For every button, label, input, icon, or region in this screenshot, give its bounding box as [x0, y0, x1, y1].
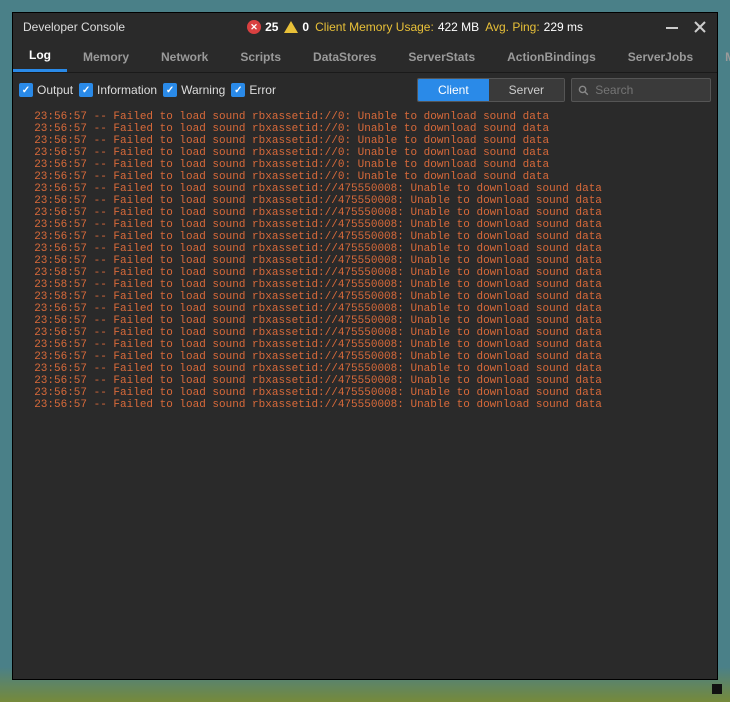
- log-line: 23:56:57 -- Failed to load sound rbxasse…: [21, 327, 709, 339]
- log-line: 23:56:57 -- Failed to load sound rbxasse…: [21, 159, 709, 171]
- error-icon: ✕: [247, 20, 261, 34]
- close-button[interactable]: [689, 16, 711, 38]
- search-icon: [578, 84, 589, 97]
- tab-scripts[interactable]: Scripts: [224, 41, 297, 72]
- log-line: 23:56:57 -- Failed to load sound rbxasse…: [21, 387, 709, 399]
- log-line: 23:56:57 -- Failed to load sound rbxasse…: [21, 111, 709, 123]
- ping-value: 229 ms: [544, 20, 583, 34]
- log-line: 23:58:57 -- Failed to load sound rbxasse…: [21, 291, 709, 303]
- tab-microprofiler[interactable]: MicroProfiler: [709, 41, 730, 72]
- log-line: 23:56:57 -- Failed to load sound rbxasse…: [21, 231, 709, 243]
- mem-stat: Client Memory Usage: 422 MB: [315, 20, 479, 34]
- titlebar: Developer Console ✕ 25 0 Client Memory U…: [13, 13, 717, 41]
- error-count: 25: [265, 20, 278, 34]
- log-line: 23:56:57 -- Failed to load sound rbxasse…: [21, 171, 709, 183]
- tab-actionbindings[interactable]: ActionBindings: [491, 41, 612, 72]
- minimize-button[interactable]: [661, 16, 683, 38]
- log-line: 23:56:57 -- Failed to load sound rbxasse…: [21, 123, 709, 135]
- log-line: 23:56:57 -- Failed to load sound rbxasse…: [21, 363, 709, 375]
- log-line: 23:58:57 -- Failed to load sound rbxasse…: [21, 267, 709, 279]
- checkbox-icon: ✓: [79, 83, 93, 97]
- warning-count: 0: [302, 20, 309, 34]
- dev-console-window: Developer Console ✕ 25 0 Client Memory U…: [12, 12, 718, 680]
- window-title: Developer Console: [19, 20, 125, 34]
- log-line: 23:58:57 -- Failed to load sound rbxasse…: [21, 279, 709, 291]
- log-line: 23:56:57 -- Failed to load sound rbxasse…: [21, 399, 709, 411]
- log-line: 23:56:57 -- Failed to load sound rbxasse…: [21, 219, 709, 231]
- log-line: 23:56:57 -- Failed to load sound rbxasse…: [21, 195, 709, 207]
- log-output[interactable]: 23:56:57 -- Failed to load sound rbxasse…: [13, 107, 717, 679]
- log-line: 23:56:57 -- Failed to load sound rbxasse…: [21, 255, 709, 267]
- checkbox-icon: ✓: [19, 83, 33, 97]
- log-line: 23:56:57 -- Failed to load sound rbxasse…: [21, 135, 709, 147]
- log-line: 23:56:57 -- Failed to load sound rbxasse…: [21, 339, 709, 351]
- filter-output-label: Output: [37, 83, 73, 97]
- log-line: 23:56:57 -- Failed to load sound rbxasse…: [21, 303, 709, 315]
- segment-client[interactable]: Client: [418, 79, 489, 101]
- segment-server[interactable]: Server: [489, 79, 564, 101]
- filter-error-label: Error: [249, 83, 276, 97]
- filter-information[interactable]: ✓ Information: [79, 83, 157, 97]
- log-line: 23:56:57 -- Failed to load sound rbxasse…: [21, 207, 709, 219]
- tab-datastores[interactable]: DataStores: [297, 41, 392, 72]
- resize-handle[interactable]: [712, 684, 722, 694]
- tab-memory[interactable]: Memory: [67, 41, 145, 72]
- filter-error[interactable]: ✓ Error: [231, 83, 276, 97]
- ping-label: Avg. Ping:: [485, 20, 539, 34]
- mem-label: Client Memory Usage:: [315, 20, 434, 34]
- warning-stat: 0: [284, 20, 309, 34]
- ping-stat: Avg. Ping: 229 ms: [485, 20, 583, 34]
- filter-warning[interactable]: ✓ Warning: [163, 83, 225, 97]
- warning-icon: [284, 21, 298, 33]
- mem-value: 422 MB: [438, 20, 479, 34]
- tab-serverjobs[interactable]: ServerJobs: [612, 41, 709, 72]
- filter-warning-label: Warning: [181, 83, 225, 97]
- checkbox-icon: ✓: [163, 83, 177, 97]
- tab-bar: LogMemoryNetworkScriptsDataStoresServerS…: [13, 41, 717, 73]
- log-line: 23:56:57 -- Failed to load sound rbxasse…: [21, 351, 709, 363]
- log-line: 23:56:57 -- Failed to load sound rbxasse…: [21, 243, 709, 255]
- search-input[interactable]: [595, 83, 704, 97]
- close-icon: [693, 20, 707, 34]
- checkbox-icon: ✓: [231, 83, 245, 97]
- filter-information-label: Information: [97, 83, 157, 97]
- filter-output[interactable]: ✓ Output: [19, 83, 73, 97]
- tab-serverstats[interactable]: ServerStats: [392, 41, 491, 72]
- minimize-icon: [665, 20, 679, 34]
- log-line: 23:56:57 -- Failed to load sound rbxasse…: [21, 315, 709, 327]
- error-stat: ✕ 25: [247, 20, 278, 34]
- log-line: 23:56:57 -- Failed to load sound rbxasse…: [21, 147, 709, 159]
- search-box[interactable]: [571, 78, 711, 102]
- tab-network[interactable]: Network: [145, 41, 224, 72]
- log-line: 23:56:57 -- Failed to load sound rbxasse…: [21, 375, 709, 387]
- filter-bar: ✓ Output ✓ Information ✓ Warning ✓ Error…: [13, 73, 717, 107]
- tab-log[interactable]: Log: [13, 41, 67, 72]
- context-segment: Client Server: [417, 78, 565, 102]
- log-line: 23:56:57 -- Failed to load sound rbxasse…: [21, 183, 709, 195]
